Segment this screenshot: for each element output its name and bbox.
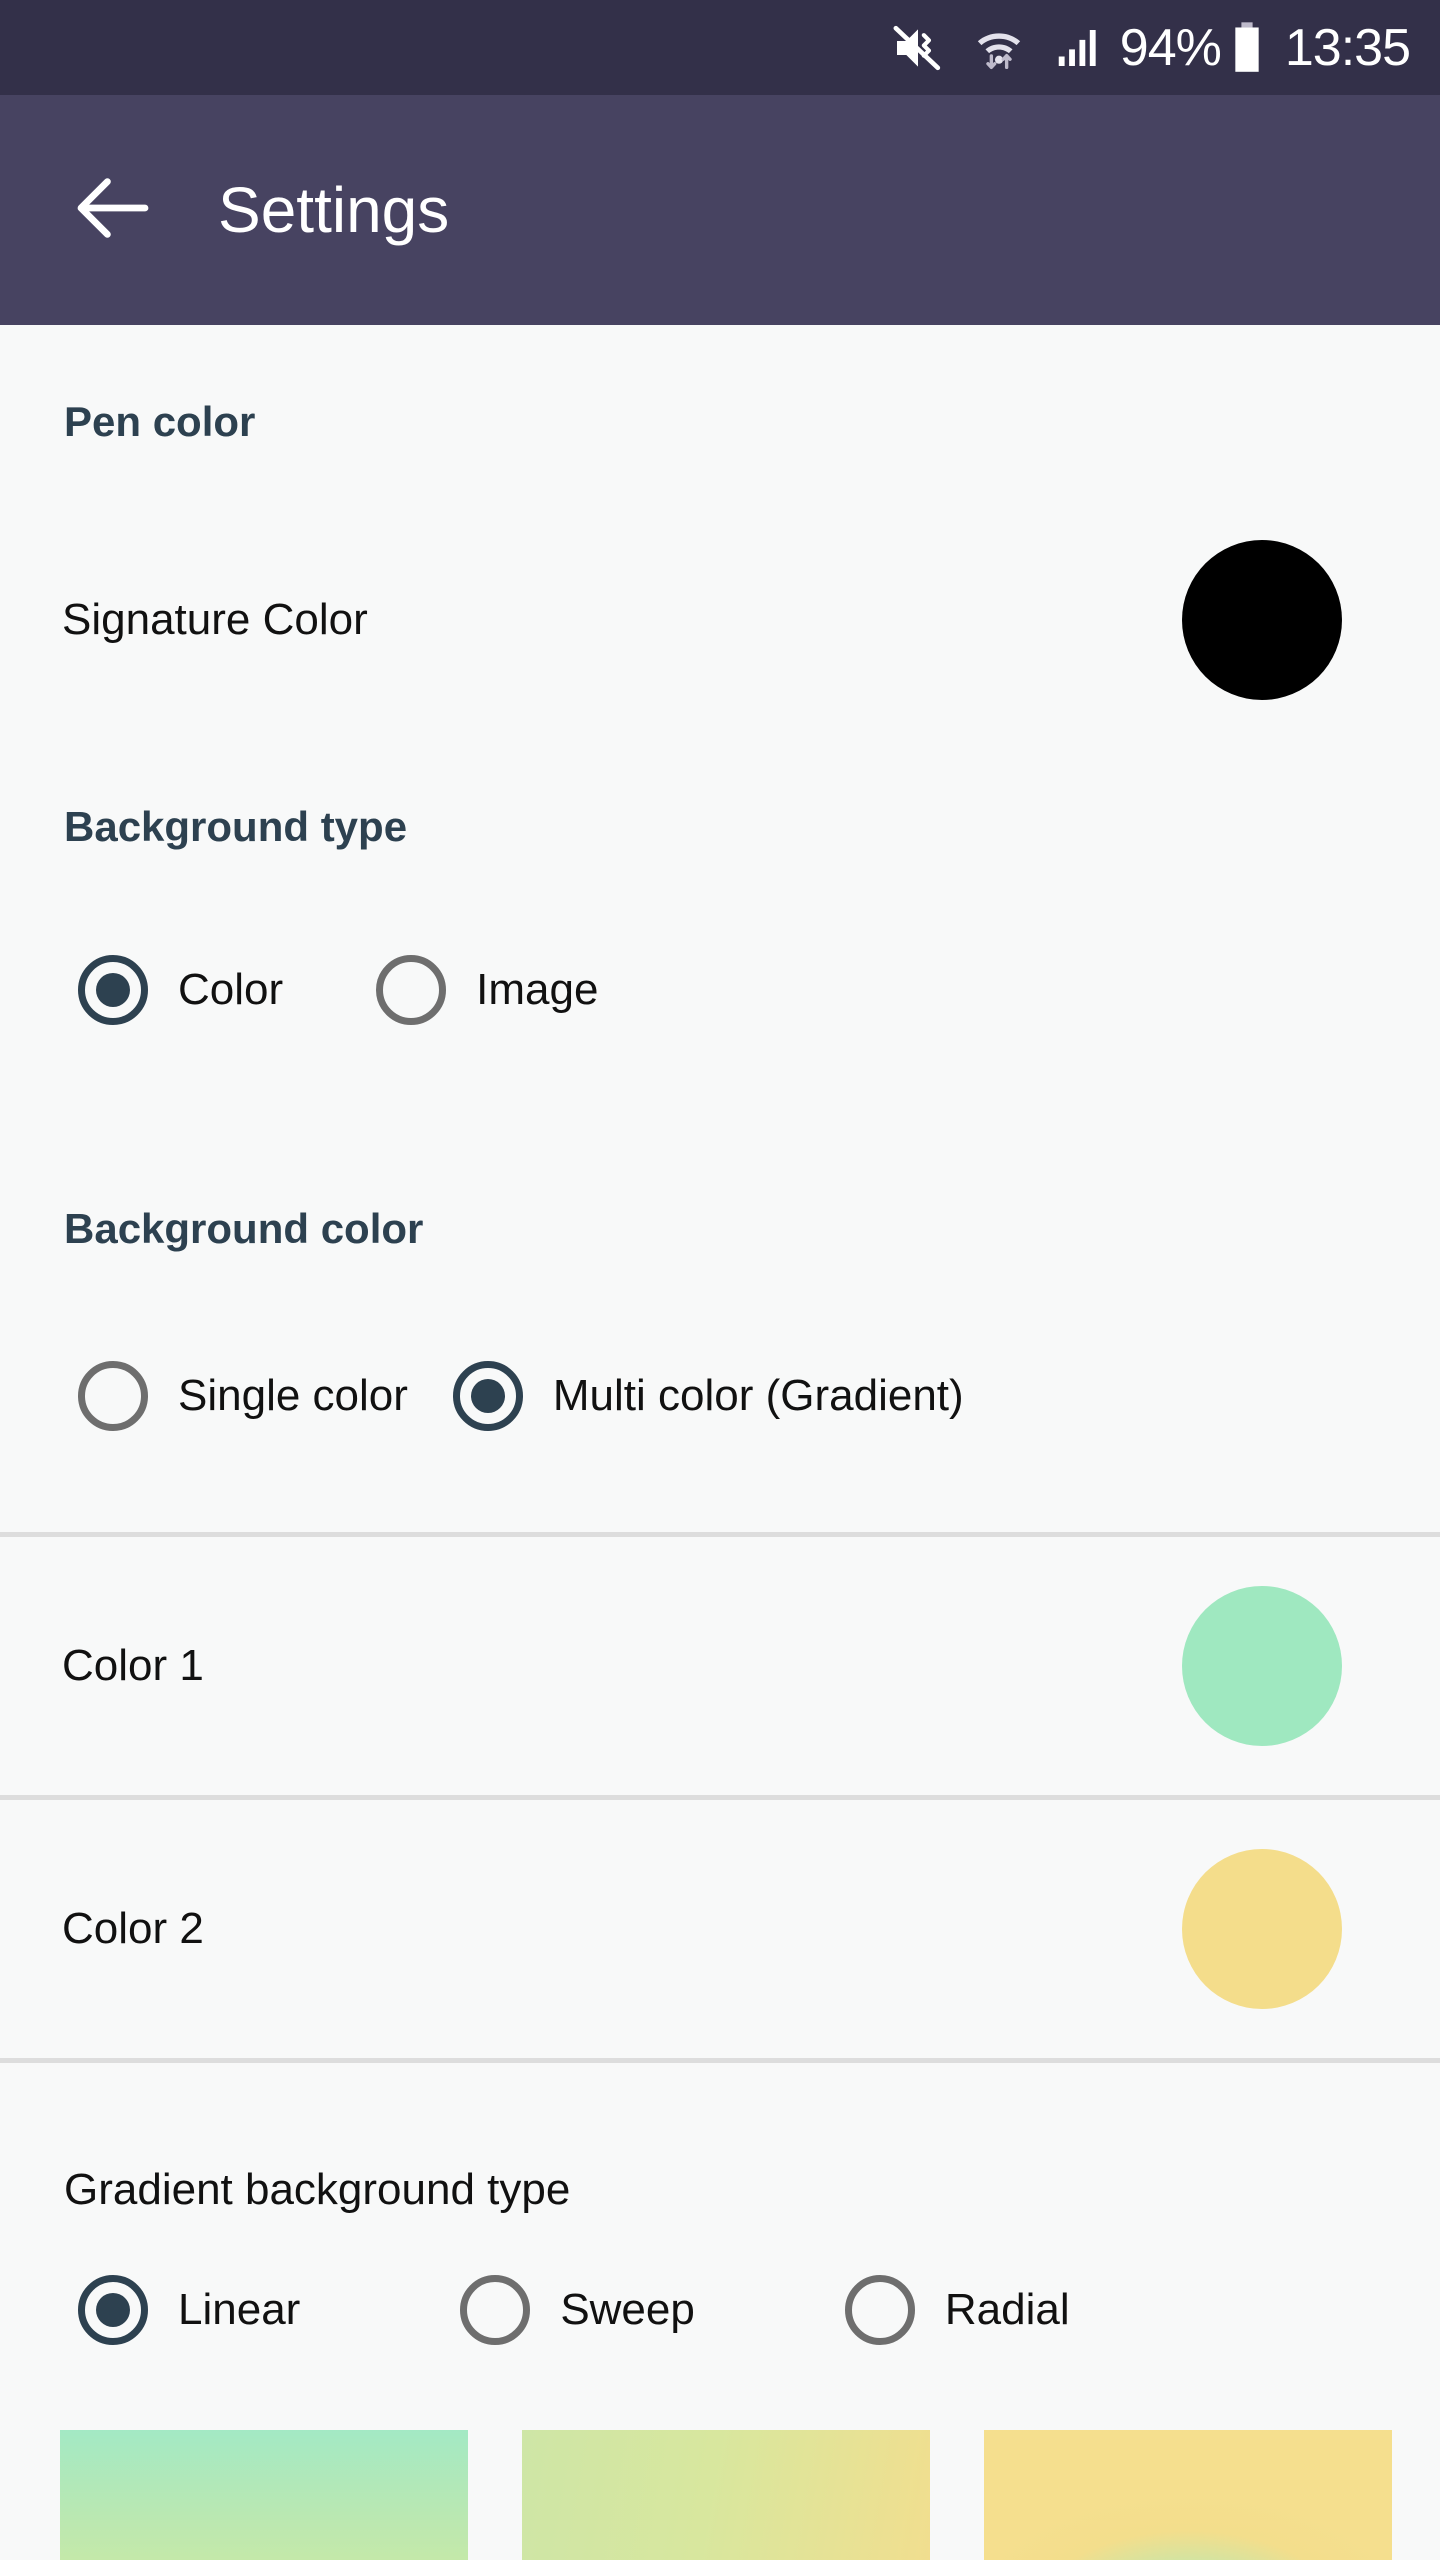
radio-group-background-color: Single color Multi color (Gradient) <box>78 1361 964 1431</box>
radio-option-single-color[interactable]: Single color <box>78 1361 408 1431</box>
back-button[interactable] <box>58 155 168 265</box>
section-header-background-color: Background color <box>64 1205 424 1252</box>
radio-icon-multi-color-gradient[interactable] <box>452 1361 523 1431</box>
arrow-left-icon <box>65 160 161 261</box>
radio-group-background-type: Color Image <box>78 955 598 1025</box>
radio-label-image: Image <box>476 965 599 1014</box>
color-1-label: Color 1 <box>62 1641 204 1690</box>
radio-icon-image[interactable] <box>376 955 447 1025</box>
radio-label-multi-color-gradient: Multi color (Gradient) <box>552 1371 964 1420</box>
color-2-swatch[interactable] <box>1182 1849 1342 2009</box>
radio-icon-sweep[interactable] <box>460 2275 531 2345</box>
radio-option-radial[interactable]: Radial <box>844 2275 1070 2345</box>
radio-option-background-type-image[interactable]: Image <box>376 955 598 1025</box>
radio-icon-radial[interactable] <box>844 2275 915 2345</box>
section-header-background-type: Background type <box>64 803 408 850</box>
wifi-data-transfer-icon <box>972 21 1026 75</box>
radio-option-sweep[interactable]: Sweep <box>460 2275 695 2345</box>
gradient-preview-linear[interactable] <box>60 2430 468 2560</box>
settings-content: Pen color Signature Color Background typ… <box>0 325 1440 2560</box>
gradient-preview-sweep[interactable] <box>522 2430 930 2560</box>
row-color-2[interactable]: Color 2 <box>0 1800 1440 2058</box>
radio-label-color: Color <box>178 965 284 1014</box>
row-color-1[interactable]: Color 1 <box>0 1537 1440 1795</box>
settings-screen: 94% 13:35 Settings Pen color Signature C… <box>0 0 1440 2560</box>
divider-below-color-2 <box>0 2058 1440 2063</box>
signature-color-label: Signature Color <box>62 595 368 644</box>
page-title: Settings <box>218 174 450 246</box>
color-2-label: Color 2 <box>62 1904 204 1953</box>
volume-mute-vibrate-icon <box>890 20 946 76</box>
gradient-preview-tiles <box>0 2430 1440 2560</box>
radio-icon-single-color[interactable] <box>78 1361 148 1431</box>
radio-group-gradient-background-type: Linear Sweep Radial <box>78 2275 1070 2345</box>
battery-percent-label: 94% <box>1119 18 1222 77</box>
section-header-pen-color: Pen color <box>64 398 256 445</box>
radio-label-sweep: Sweep <box>560 2285 695 2334</box>
radio-icon-linear[interactable] <box>78 2275 148 2345</box>
section-header-gradient-background-type: Gradient background type <box>64 2165 571 2214</box>
app-bar: Settings <box>0 95 1440 325</box>
status-bar-clock: 13:35 <box>1284 18 1411 77</box>
color-1-swatch[interactable] <box>1182 1586 1342 1746</box>
battery-full-icon <box>1227 20 1267 76</box>
radio-label-radial: Radial <box>944 2285 1070 2334</box>
signature-color-swatch[interactable] <box>1182 540 1342 700</box>
cellular-signal-icon <box>1052 21 1106 75</box>
row-signature-color[interactable]: Signature Color <box>0 525 1440 715</box>
radio-icon-color[interactable] <box>78 955 148 1025</box>
radio-label-linear: Linear <box>178 2285 301 2334</box>
radio-label-single-color: Single color <box>178 1371 408 1420</box>
radio-option-multi-color-gradient[interactable]: Multi color (Gradient) <box>452 1361 964 1431</box>
radio-option-linear[interactable]: Linear <box>78 2275 300 2345</box>
status-bar: 94% 13:35 <box>0 0 1440 95</box>
gradient-preview-radial[interactable] <box>984 2430 1392 2560</box>
radio-option-background-type-color[interactable]: Color <box>78 955 283 1025</box>
